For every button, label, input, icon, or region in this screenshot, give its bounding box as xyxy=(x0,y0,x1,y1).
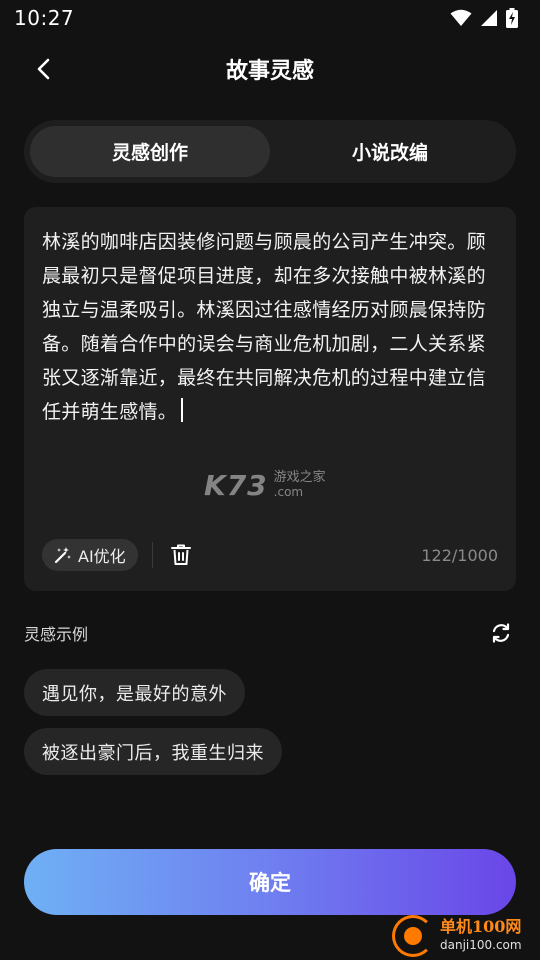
text-caret xyxy=(181,398,184,422)
tab-inspiration-creation[interactable]: 灵感创作 xyxy=(30,126,270,177)
status-time: 10:27 xyxy=(14,6,75,30)
example-chip[interactable]: 遇见你，是最好的意外 xyxy=(24,669,245,716)
clear-text-button[interactable] xyxy=(165,539,197,571)
status-bar: 10:27 xyxy=(0,0,540,36)
story-editor[interactable]: 林溪的咖啡店因装修问题与顾晨的公司产生冲突。顾晨最初只是督促项目进度，却在多次接… xyxy=(24,207,516,591)
mode-tabs: 灵感创作 小说改编 xyxy=(24,120,516,183)
site-logo: 单机100网 danji100.com xyxy=(392,912,540,960)
refresh-examples-button[interactable] xyxy=(486,618,516,648)
story-text-area[interactable]: 林溪的咖啡店因装修问题与顾晨的公司产生冲突。顾晨最初只是督促项目进度，却在多次接… xyxy=(42,225,494,429)
confirm-button[interactable]: 确定 xyxy=(24,849,516,915)
watermark-line1: 游戏之家 xyxy=(273,470,326,485)
refresh-icon xyxy=(492,623,510,643)
ai-optimize-button[interactable]: AI优化 xyxy=(42,539,138,571)
back-button[interactable] xyxy=(26,52,60,86)
site-logo-text: 单机100网 danji100.com xyxy=(440,918,522,954)
status-icons xyxy=(450,8,518,28)
examples-title: 灵感示例 xyxy=(24,625,89,644)
watermark-logo: K73 xyxy=(204,468,268,502)
header: 故事灵感 xyxy=(0,40,540,98)
example-chip[interactable]: 被逐出豪门后，我重生归来 xyxy=(24,728,282,775)
signal-icon xyxy=(481,10,497,26)
page-title: 故事灵感 xyxy=(225,59,314,84)
site-logo-mark xyxy=(392,915,434,957)
toolbar-divider xyxy=(151,542,153,568)
chevron-left-icon xyxy=(37,58,50,80)
trash-icon xyxy=(170,544,191,565)
wifi-icon xyxy=(450,9,472,26)
story-text: 林溪的咖啡店因装修问题与顾晨的公司产生冲突。顾晨最初只是督促项目进度，却在多次接… xyxy=(42,231,486,423)
battery-charging-icon xyxy=(506,8,518,28)
magic-wand-icon xyxy=(54,547,71,564)
examples-header: 灵感示例 xyxy=(24,616,516,650)
watermark: K73 游戏之家 .com xyxy=(204,465,364,505)
site-logo-url: danji100.com xyxy=(440,938,522,952)
site-logo-name: 单机100网 xyxy=(440,917,522,936)
editor-toolbar: AI优化 122/1000 xyxy=(42,538,498,572)
watermark-sub: 游戏之家 .com xyxy=(274,470,326,500)
tab-novel-adaptation[interactable]: 小说改编 xyxy=(270,126,510,177)
watermark-line2: .com xyxy=(273,485,304,499)
char-counter: 122/1000 xyxy=(421,545,498,565)
site-logo-dot xyxy=(404,927,422,945)
ai-optimize-label: AI优化 xyxy=(78,547,126,566)
